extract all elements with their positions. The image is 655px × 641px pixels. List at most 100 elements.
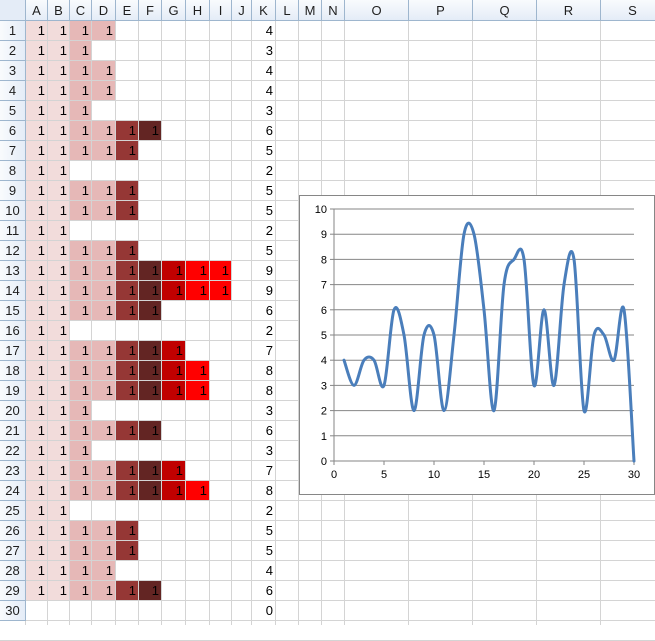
cell-b13[interactable]: 1 — [48, 261, 69, 280]
cell-d26[interactable]: 1 — [92, 521, 115, 540]
cell-b4[interactable]: 1 — [48, 81, 69, 100]
cell-f13[interactable]: 1 — [139, 261, 161, 280]
cell-b1[interactable]: 1 — [48, 21, 69, 40]
cell-e29[interactable]: 1 — [116, 581, 138, 600]
row-header[interactable]: 22 — [0, 441, 26, 461]
column-header-o[interactable]: O — [345, 0, 409, 21]
cell-a26[interactable]: 1 — [26, 521, 47, 540]
cell-b5[interactable]: 1 — [48, 101, 69, 120]
row-header[interactable]: 30 — [0, 601, 26, 621]
column-header-m[interactable]: M — [299, 0, 322, 21]
column-header-a[interactable]: A — [26, 0, 48, 21]
cell-a3[interactable]: 1 — [26, 61, 47, 80]
cell-b12[interactable]: 1 — [48, 241, 69, 260]
cell-e17[interactable]: 1 — [116, 341, 138, 360]
cell-k10[interactable]: 5 — [252, 201, 275, 221]
cell-b26[interactable]: 1 — [48, 521, 69, 540]
row-header[interactable]: 14 — [0, 281, 26, 301]
cell-e18[interactable]: 1 — [116, 361, 138, 380]
cell-k28[interactable]: 4 — [252, 561, 275, 581]
cell-a25[interactable]: 1 — [26, 501, 47, 520]
cell-d28[interactable]: 1 — [92, 561, 115, 580]
cell-a12[interactable]: 1 — [26, 241, 47, 260]
row-header[interactable]: 27 — [0, 541, 26, 561]
cell-c27[interactable]: 1 — [70, 541, 91, 560]
cell-c14[interactable]: 1 — [70, 281, 91, 300]
cell-a8[interactable]: 1 — [26, 161, 47, 180]
cell-c6[interactable]: 1 — [70, 121, 91, 140]
cell-c15[interactable]: 1 — [70, 301, 91, 320]
cell-b18[interactable]: 1 — [48, 361, 69, 380]
cell-a27[interactable]: 1 — [26, 541, 47, 560]
column-header-e[interactable]: E — [116, 0, 139, 21]
cell-c3[interactable]: 1 — [70, 61, 91, 80]
cell-d4[interactable]: 1 — [92, 81, 115, 100]
row-header[interactable]: 6 — [0, 121, 26, 141]
cell-k17[interactable]: 7 — [252, 341, 275, 361]
cell-k4[interactable]: 4 — [252, 81, 275, 101]
cell-a22[interactable]: 1 — [26, 441, 47, 460]
cell-b14[interactable]: 1 — [48, 281, 69, 300]
select-all-corner[interactable] — [0, 0, 26, 21]
cell-d12[interactable]: 1 — [92, 241, 115, 260]
cell-b29[interactable]: 1 — [48, 581, 69, 600]
cell-e6[interactable]: 1 — [116, 121, 138, 140]
column-header-q[interactable]: Q — [473, 0, 537, 21]
cell-k16[interactable]: 2 — [252, 321, 275, 341]
column-header-i[interactable]: I — [210, 0, 232, 21]
cell-e15[interactable]: 1 — [116, 301, 138, 320]
column-header-c[interactable]: C — [70, 0, 92, 21]
cell-d18[interactable]: 1 — [92, 361, 115, 380]
cell-i14[interactable]: 1 — [210, 281, 231, 300]
cell-b24[interactable]: 1 — [48, 481, 69, 500]
cell-f29[interactable]: 1 — [139, 581, 161, 600]
cell-a24[interactable]: 1 — [26, 481, 47, 500]
cell-a1[interactable]: 1 — [26, 21, 47, 40]
cell-d15[interactable]: 1 — [92, 301, 115, 320]
cell-k8[interactable]: 2 — [252, 161, 275, 181]
cell-e23[interactable]: 1 — [116, 461, 138, 480]
cell-c23[interactable]: 1 — [70, 461, 91, 480]
cell-k29[interactable]: 6 — [252, 581, 275, 601]
cell-c18[interactable]: 1 — [70, 361, 91, 380]
row-header[interactable]: 1 — [0, 21, 26, 41]
row-header[interactable]: 29 — [0, 581, 26, 601]
cell-f24[interactable]: 1 — [139, 481, 161, 500]
cell-k15[interactable]: 6 — [252, 301, 275, 321]
cell-a14[interactable]: 1 — [26, 281, 47, 300]
cell-k23[interactable]: 7 — [252, 461, 275, 481]
cell-c1[interactable]: 1 — [70, 21, 91, 40]
cell-b6[interactable]: 1 — [48, 121, 69, 140]
row-header[interactable]: 25 — [0, 501, 26, 521]
cell-b11[interactable]: 1 — [48, 221, 69, 240]
cell-f6[interactable]: 1 — [139, 121, 161, 140]
cell-e12[interactable]: 1 — [116, 241, 138, 260]
cell-b21[interactable]: 1 — [48, 421, 69, 440]
cell-a15[interactable]: 1 — [26, 301, 47, 320]
row-header[interactable]: 10 — [0, 201, 26, 221]
cell-b19[interactable]: 1 — [48, 381, 69, 400]
cell-b23[interactable]: 1 — [48, 461, 69, 480]
cell-k19[interactable]: 8 — [252, 381, 275, 401]
cell-c29[interactable]: 1 — [70, 581, 91, 600]
cell-h13[interactable]: 1 — [186, 261, 209, 280]
cell-b15[interactable]: 1 — [48, 301, 69, 320]
cell-h18[interactable]: 1 — [186, 361, 209, 380]
cell-g18[interactable]: 1 — [162, 361, 185, 380]
row-header[interactable]: 23 — [0, 461, 26, 481]
cell-c22[interactable]: 1 — [70, 441, 91, 460]
cell-c5[interactable]: 1 — [70, 101, 91, 120]
cell-e21[interactable]: 1 — [116, 421, 138, 440]
cell-f23[interactable]: 1 — [139, 461, 161, 480]
cell-k14[interactable]: 9 — [252, 281, 275, 301]
cell-a6[interactable]: 1 — [26, 121, 47, 140]
cell-d10[interactable]: 1 — [92, 201, 115, 220]
cell-d6[interactable]: 1 — [92, 121, 115, 140]
cell-b22[interactable]: 1 — [48, 441, 69, 460]
cell-c19[interactable]: 1 — [70, 381, 91, 400]
cell-e27[interactable]: 1 — [116, 541, 138, 560]
cell-d13[interactable]: 1 — [92, 261, 115, 280]
row-header[interactable]: 7 — [0, 141, 26, 161]
cell-a16[interactable]: 1 — [26, 321, 47, 340]
cell-c10[interactable]: 1 — [70, 201, 91, 220]
